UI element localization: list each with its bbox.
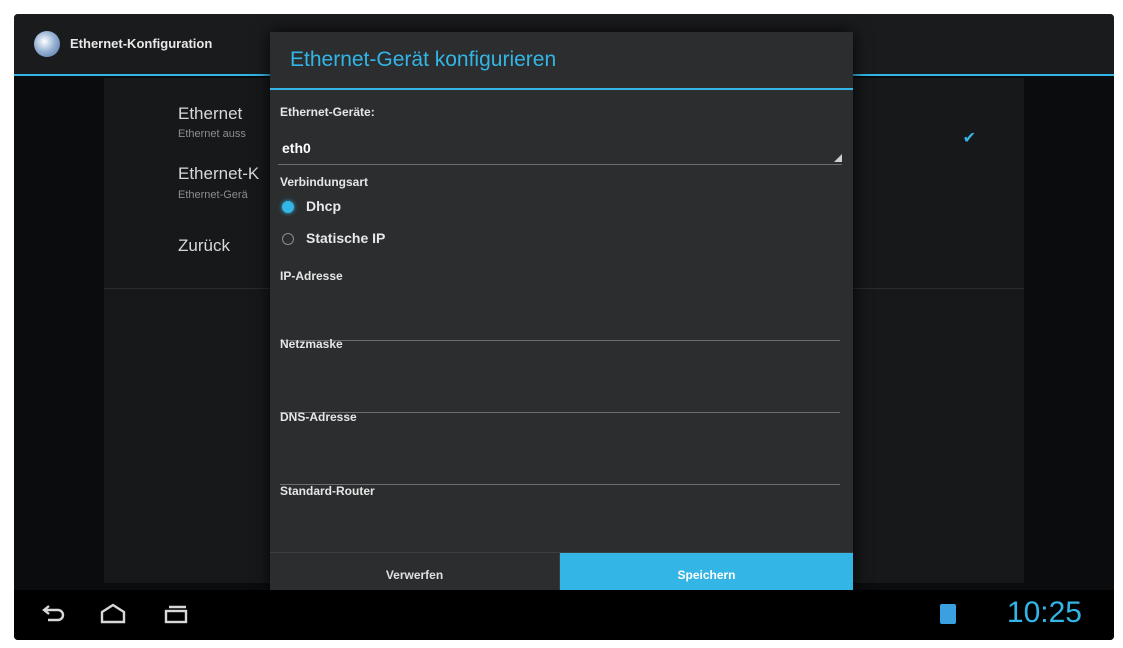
dialog-title: Ethernet-Gerät konfigurieren [290, 48, 557, 71]
ip-address-field[interactable] [280, 310, 840, 341]
default-router-field[interactable] [280, 524, 840, 555]
home-icon[interactable] [98, 602, 128, 626]
status-clock[interactable]: 10:25 [1007, 596, 1082, 630]
radio-unchecked-icon[interactable] [282, 233, 294, 245]
ip-address-label: IP-Adresse [280, 269, 343, 283]
back-icon[interactable] [40, 602, 68, 626]
pref-ethernet-config-title[interactable]: Ethernet-K [178, 164, 259, 184]
dialog-title-divider [270, 88, 853, 90]
app-icon[interactable] [34, 31, 60, 57]
radio-checked-icon[interactable] [282, 201, 294, 213]
connection-type-label: Verbindungsart [280, 175, 369, 189]
default-router-label: Standard-Router [280, 484, 375, 498]
app-title: Ethernet-Konfiguration [70, 36, 213, 51]
pref-back-title[interactable]: Zurück [178, 236, 230, 256]
pref-ethernet-summary: Ethernet auss [178, 128, 246, 140]
netmask-label: Netzmaske [280, 337, 343, 351]
ethernet-config-dialog: Ethernet-Gerät konfigurieren Ethernet-Ge… [270, 32, 853, 597]
radio-dhcp-label: Dhcp [306, 198, 341, 214]
spinner-arrow-icon [834, 154, 842, 162]
netmask-field[interactable] [280, 382, 840, 413]
device-label: Ethernet-Geräte: [280, 105, 375, 119]
dns-address-label: DNS-Adresse [280, 410, 357, 424]
screen-frame: Ethernet-Konfiguration Ethernet Ethernet… [0, 0, 1123, 648]
notification-icon[interactable] [940, 604, 956, 624]
dns-address-field[interactable] [280, 454, 840, 485]
device-spinner-value: eth0 [282, 140, 311, 156]
radio-static-ip-label: Statische IP [306, 230, 386, 246]
dialog-header: Ethernet-Gerät konfigurieren [270, 32, 853, 90]
recent-apps-icon[interactable] [162, 602, 190, 626]
ethernet-checkbox-icon[interactable]: ✔ [963, 128, 976, 148]
pref-ethernet-config-summary: Ethernet-Gerä [178, 189, 248, 201]
system-navigation-bar: 10:25 [14, 590, 1114, 640]
device-spinner[interactable]: eth0 [278, 134, 842, 165]
android-screen: Ethernet-Konfiguration Ethernet Ethernet… [14, 14, 1114, 640]
pref-ethernet-title[interactable]: Ethernet [178, 104, 242, 124]
